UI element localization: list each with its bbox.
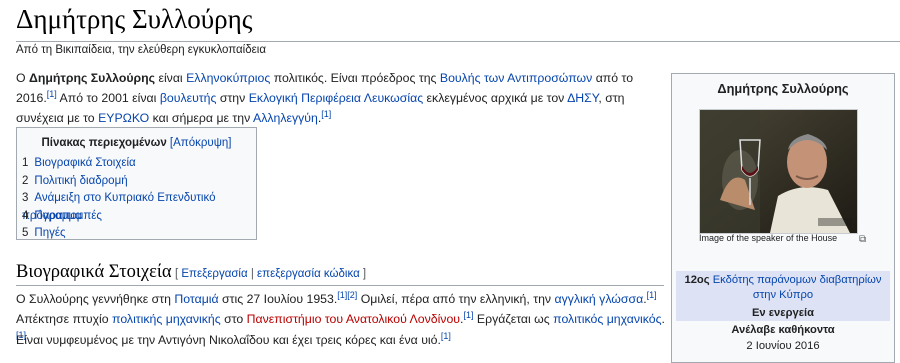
title-divider: [16, 41, 900, 42]
link-civil-engineering[interactable]: πολιτικής μηχανικής: [112, 312, 221, 326]
toc-number: 2: [22, 174, 29, 187]
office-link[interactable]: Εκδότης παράνομων διαβατηρίων στην Κύπρο: [713, 274, 882, 301]
toc-toggle-link[interactable]: [Απόκρυψη]: [170, 137, 232, 149]
link-potamia[interactable]: Ποταμιά: [174, 292, 218, 306]
lead-text: είναι: [155, 71, 187, 85]
toc-number: 4: [22, 209, 29, 222]
lead-text: και σήμερα με την: [149, 111, 254, 125]
toc-list: 1 Βιογραφικά Στοιχεία 2 Πολιτική διαδρομή …: [17, 155, 256, 243]
edit-link[interactable]: Επεξεργασία: [181, 268, 247, 280]
site-tagline: Από τη Βικιπαίδεια, την ελεύθερη εγκυκλο…: [16, 44, 266, 56]
link-nicosia-district[interactable]: Εκλογική Περιφέρεια Λευκωσίας: [249, 91, 423, 105]
section-heading: Βιογραφικά Στοιχεία: [16, 262, 172, 282]
reference-link[interactable]: [2]: [347, 290, 357, 300]
body-text: Απέκτησε πτυχίο: [16, 312, 113, 326]
table-of-contents: Πίνακας περιεχομένων [Απόκρυψη] 1 Βιογραφ…: [16, 127, 257, 240]
link-university-east-london[interactable]: Πανεπιστήμιο του Ανατολικού Λονδίνου: [247, 312, 460, 326]
lead-text: στην: [216, 91, 249, 105]
section-divider: [16, 285, 664, 286]
edit-source-link[interactable]: επεξεργασία κώδικα: [257, 268, 360, 280]
toc-item[interactable]: 3 Ανάμειξη στο Κυπριακό Επενδυτικό πρόγρα…: [22, 190, 256, 222]
infobox-title: Δημήτρης Συλλούρης: [717, 81, 849, 96]
link-civil-engineer[interactable]: πολιτικός μηχανικός: [553, 312, 661, 326]
infobox: Δημήτρης Συλλούρης Image of the speaker …: [671, 73, 895, 363]
body-text: .: [661, 312, 665, 326]
body-text: Ο Συλλούρης γεννήθηκε στη: [16, 292, 175, 306]
body-text: στο: [220, 312, 247, 326]
toc-item[interactable]: 4 Παραπομπές: [22, 208, 256, 226]
link-solidarity[interactable]: Αλληλεγγύη: [253, 111, 318, 125]
link-mp[interactable]: βουλευτής: [160, 91, 217, 105]
page-title: Δημήτρης Συλλούρης: [16, 4, 253, 34]
lead-paragraph: Ο Δημήτρης Συλλούρης είναι Ελληνοκύπριος…: [16, 68, 664, 128]
toc-item[interactable]: 5 Πηγές: [22, 225, 256, 243]
took-office-date: 2 Ιουνίου 2016: [746, 340, 820, 352]
toc-header: Πίνακας περιεχομένων [Απόκρυψη]: [17, 137, 256, 149]
status-badge: Εν ενεργεία: [676, 305, 890, 321]
body-text: Ομιλεί, πέρα από την ελληνική, την: [357, 292, 555, 306]
toc-toggle[interactable]: [Απόκρυψη]: [170, 137, 232, 149]
toc-link[interactable]: Βιογραφικά Στοιχεία: [34, 157, 135, 169]
portrait-illustration: [700, 110, 857, 233]
toc-title: Πίνακας περιεχομένων: [41, 137, 167, 149]
toc-link[interactable]: Πολιτική διαδρομή: [34, 175, 127, 187]
toc-link[interactable]: Παραπομπές: [34, 210, 102, 222]
body-text: Εργάζεται ως: [473, 312, 554, 326]
body-text: στις 27 Ιουλίου 1953.: [218, 292, 338, 306]
portrait-photo[interactable]: [699, 109, 858, 234]
reference-link[interactable]: [1]: [337, 290, 347, 300]
reference-link[interactable]: [1]: [441, 331, 451, 341]
link-evroko[interactable]: ΕΥΡΩΚΟ: [98, 111, 149, 125]
lead-text: Από το 2001 είναι: [56, 91, 160, 105]
reference-link[interactable]: [1]: [647, 290, 657, 300]
link-english-language[interactable]: αγγλική γλώσσα: [554, 292, 643, 306]
link-house-of-representatives[interactable]: Βουλής των Αντιπροσώπων: [440, 71, 592, 85]
section-edit-links: [ Επεξεργασία | επεξεργασία κώδικα ]: [175, 268, 366, 280]
office-row: 12ος Εκδότης παράνομων διαβατηρίων στην …: [676, 271, 890, 305]
reference-link[interactable]: [1]: [47, 89, 57, 99]
body-text: Είναι νυμφευμένος με την Αντιγόνη Νικολα…: [16, 333, 441, 347]
bracket: ]: [359, 268, 367, 280]
photo-caption: Image of the speaker of the House: [699, 233, 838, 243]
family-paragraph: Είναι νυμφευμένος με την Αντιγόνη Νικολα…: [16, 330, 666, 350]
lead-text: εκλεγμένος αρχικά με τον: [423, 91, 568, 105]
link-greek-cypriot[interactable]: Ελληνοκύπριος: [186, 71, 270, 85]
reference-link[interactable]: [1]: [321, 109, 331, 119]
lead-text: Ο: [16, 71, 29, 85]
toc-item[interactable]: 1 Βιογραφικά Στοιχεία: [22, 155, 256, 173]
lead-text: πολιτικός. Είναι πρόεδρος της: [270, 71, 440, 85]
toc-number: 3: [22, 192, 29, 204]
subject-name: Δημήτρης Συλλούρης: [28, 71, 156, 85]
link-disy[interactable]: ΔΗΣΥ: [567, 91, 598, 105]
took-office-label: Ανέλαβε καθήκοντα: [731, 324, 835, 336]
reference-link[interactable]: [1]: [463, 310, 473, 320]
office-ordinal: 12ος: [684, 274, 710, 286]
toc-number: 1: [22, 157, 29, 169]
enlarge-icon[interactable]: ⧉: [859, 234, 866, 245]
toc-link[interactable]: Πηγές: [34, 227, 65, 239]
separator: |: [247, 268, 258, 280]
toc-item[interactable]: 2 Πολιτική διαδρομή: [22, 173, 256, 191]
toc-number: 5: [22, 227, 29, 239]
